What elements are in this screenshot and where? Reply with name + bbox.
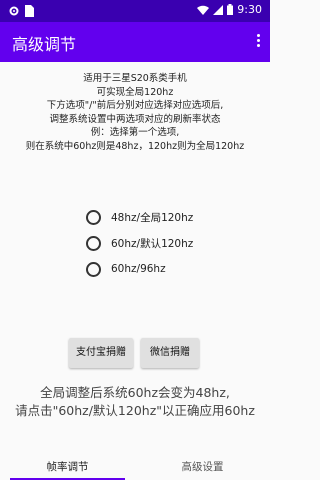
alipay-donate-button[interactable]: 支付宝捐赠 <box>69 338 133 368</box>
settings-icon <box>9 6 19 16</box>
radio-label: 48hz/全局120hz <box>111 211 194 224</box>
radio-option-60hz-default120[interactable]: 60hz/默认120hz <box>86 230 193 256</box>
description-line: 下方选项"/"前后分别对应选择对应选项后, <box>46 100 224 111</box>
radio-label: 60hz/96hz <box>111 263 166 275</box>
radio-label: 60hz/默认120hz <box>111 237 194 250</box>
tab-frame-rate[interactable]: 帧率调节 <box>0 454 135 480</box>
note-text: 全局调整后系统60hz会变为48hz, 请点击"60hz/默认120hz"以正确… <box>0 384 270 420</box>
battery-icon <box>227 4 234 15</box>
radio-button[interactable] <box>86 261 101 277</box>
tab-advanced-settings[interactable]: 高级设置 <box>135 454 270 480</box>
app-bar: 高级调节 <box>0 22 270 62</box>
wechat-donate-button[interactable]: 微信捐赠 <box>141 338 199 368</box>
refresh-rate-radio-group: 48hz/全局120hz 60hz/默认120hz 60hz/96hz <box>86 204 193 282</box>
notification-icons <box>8 5 34 17</box>
wifi-icon <box>197 5 210 15</box>
more-options-icon[interactable] <box>254 32 262 52</box>
radio-button[interactable] <box>86 235 101 251</box>
radio-option-60hz-96hz[interactable]: 60hz/96hz <box>86 256 193 282</box>
description-text: 适用于三星S20系类手机 可实现全局120hz 下方选项"/"前后分别对应选择对… <box>0 72 270 153</box>
description-line: 适用于三星S20系类手机 <box>83 73 187 84</box>
description-line: 则在系统中60hz则是48hz，120hz则为全局120hz <box>25 140 245 152</box>
bottom-tab-bar: 帧率调节 高级设置 <box>0 454 270 480</box>
description-line: 例：选择第一个选项, <box>90 127 180 138</box>
app-title: 高级调节 <box>12 35 77 54</box>
radio-button[interactable] <box>86 209 101 225</box>
radio-option-48hz-global120[interactable]: 48hz/全局120hz <box>86 204 193 230</box>
status-bar: 9:30 <box>0 0 270 22</box>
description-line: 调整系统设置中两选项对应的刷新率状态 <box>49 113 221 125</box>
note-line: 请点击"60hz/默认120hz"以正确应用60hz <box>15 403 255 418</box>
signal-icon <box>213 4 224 15</box>
note-line: 全局调整后系统60hz会变为48hz, <box>40 385 230 400</box>
description-line: 可实现全局120hz <box>96 86 174 98</box>
status-time: 9:30 <box>237 3 262 16</box>
sim-card-icon <box>25 5 34 17</box>
